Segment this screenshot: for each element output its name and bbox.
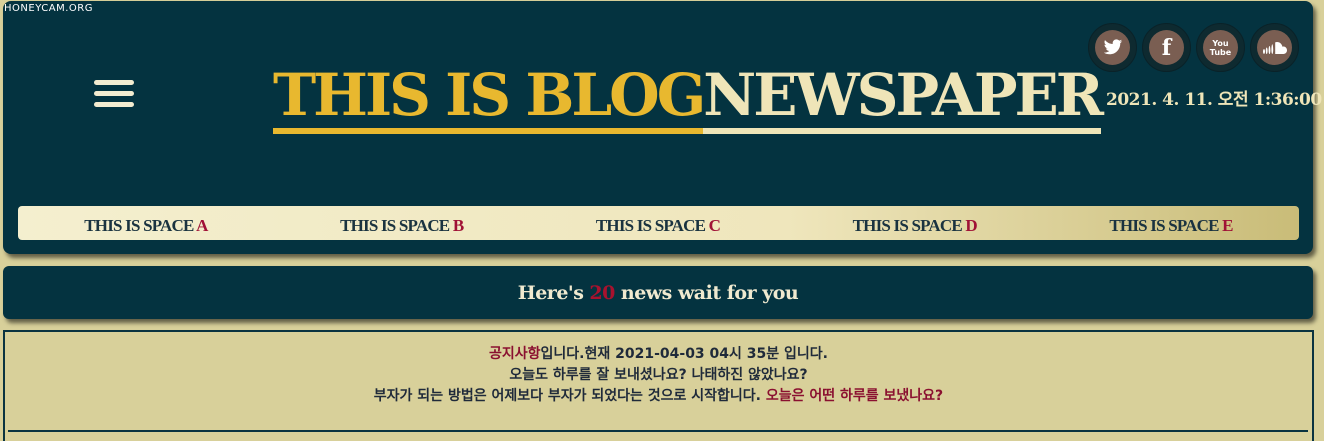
nav-letter: E — [1222, 216, 1233, 235]
nav-space-b[interactable]: THIS IS SPACE B — [340, 210, 464, 236]
notice-line-2: 오늘도 하루를 잘 보내셨나요? 나태하진 않았나요? — [509, 367, 808, 383]
notice-line-3-highlight: 오늘은 어떤 하루를 보냈나요? — [765, 388, 944, 404]
notice-line-3: 부자가 되는 방법은 어제보다 부자가 되었다는 것으로 시작합니다. 오늘은 … — [5, 386, 1312, 407]
nav-prefix: THIS IS SPACE — [1109, 216, 1223, 235]
nav-space-c[interactable]: THIS IS SPACE C — [595, 210, 721, 236]
notice-panel: 공지사항입니다.현재 2021-04-03 04시 35분 입니다. 오늘도 하… — [3, 330, 1314, 441]
blog-title[interactable]: THIS IS BLOG NEWSPAPER — [273, 59, 1104, 134]
social-links: f You Tube — [1088, 23, 1299, 72]
nav-letter: A — [196, 216, 208, 235]
news-count-banner: Here's 20 news wait for you — [3, 266, 1313, 319]
title-part-b: NEWSPAPER — [703, 62, 1104, 134]
notice-divider — [8, 430, 1308, 432]
space-nav: THIS IS SPACE A THIS IS SPACE B THIS IS … — [18, 206, 1299, 240]
youtube-button[interactable]: You Tube — [1196, 23, 1245, 72]
site-header: THIS IS BLOG NEWSPAPER f You Tube 2021. 4… — [3, 1, 1322, 254]
nav-prefix: THIS IS SPACE — [84, 216, 197, 235]
twitter-button[interactable] — [1088, 23, 1137, 72]
nav-space-e[interactable]: THIS IS SPACE E — [1109, 210, 1233, 236]
current-datetime: 2021. 4. 11. 오전 1:36:00 — [1106, 90, 1322, 110]
soundcloud-icon — [1257, 30, 1292, 65]
title-part-a: THIS IS BLOG — [273, 62, 706, 134]
nav-prefix: THIS IS SPACE — [852, 216, 966, 235]
nav-letter: C — [708, 216, 721, 235]
hamburger-menu-icon[interactable] — [94, 80, 134, 110]
banner-prefix: Here's — [517, 281, 584, 304]
watermark: HONEYCAM.ORG — [4, 3, 93, 14]
notice-line-3-rest: 부자가 되는 방법은 어제보다 부자가 되었다는 것으로 시작합니다. — [373, 388, 766, 404]
notice-highlight: 공지사항 — [489, 346, 541, 362]
news-count: 20 — [589, 281, 615, 304]
notice-line-1: 공지사항입니다.현재 2021-04-03 04시 35분 입니다. — [5, 344, 1312, 365]
notice-text: 공지사항입니다.현재 2021-04-03 04시 35분 입니다. 오늘도 하… — [5, 344, 1312, 407]
nav-space-a[interactable]: THIS IS SPACE A — [84, 210, 208, 236]
facebook-icon: f — [1149, 30, 1184, 65]
soundcloud-button[interactable] — [1250, 23, 1299, 72]
banner-suffix: news wait for you — [620, 281, 799, 304]
youtube-icon: You Tube — [1203, 30, 1238, 65]
notice-line-1-rest: 입니다.현재 2021-04-03 04시 35분 입니다. — [540, 346, 828, 362]
facebook-button[interactable]: f — [1142, 23, 1191, 72]
nav-space-d[interactable]: THIS IS SPACE D — [852, 210, 978, 236]
nav-prefix: THIS IS SPACE — [340, 216, 453, 235]
twitter-icon — [1095, 30, 1130, 65]
nav-letter: B — [452, 216, 464, 235]
nav-letter: D — [965, 216, 977, 235]
nav-prefix: THIS IS SPACE — [595, 216, 709, 235]
